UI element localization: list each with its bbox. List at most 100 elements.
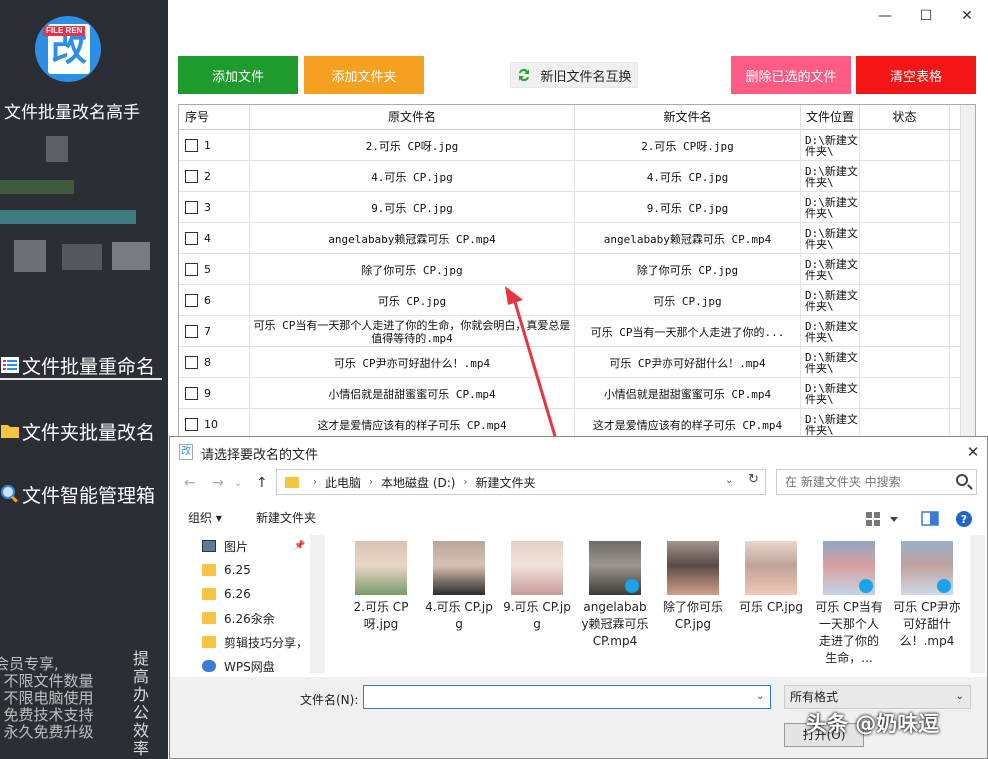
breadcrumb-drive[interactable]: 本地磁盘 (D:): [381, 474, 455, 491]
col-header-status[interactable]: 状态: [860, 105, 950, 130]
row-checkbox[interactable]: [185, 418, 198, 431]
row-checkbox[interactable]: [185, 325, 198, 338]
video-thumbnail: [589, 541, 641, 595]
file-item[interactable]: 除了你可乐 CP.jpg: [658, 541, 728, 633]
table-row[interactable]: 7 可乐 CP当有一天那个人走进了你的生命，你就会明白，真爱总是值得等待的.mp4…: [179, 316, 975, 347]
table-row[interactable]: 8 可乐 CP尹亦可好甜什么！.mp4 可乐 CP尹亦可好甜什么！.mp4 D:\新建…: [179, 347, 975, 378]
cell-text: 可乐 CP尹亦可好甜什么！.mp4: [609, 356, 766, 370]
search-input[interactable]: [785, 475, 945, 489]
file-item[interactable]: 可乐 CP尹亦可好甜什么！.mp4: [892, 541, 962, 650]
file-item[interactable]: 可乐 CP当有一天那个人走进了你的生命，...: [814, 541, 884, 667]
sidebar-item-folder-rename[interactable]: 文件夹批量改名: [0, 416, 155, 446]
cell-idx: 8: [179, 347, 250, 378]
chevron-down-icon[interactable]: [890, 517, 898, 522]
row-checkbox[interactable]: [185, 387, 198, 400]
add-file-button[interactable]: 添加文件: [178, 56, 298, 94]
add-folder-button[interactable]: 添加文件夹: [304, 56, 424, 94]
filename-input[interactable]: [363, 685, 771, 709]
tree-item[interactable]: 图片 📌: [202, 535, 305, 557]
dialog-close-button[interactable]: ✕: [963, 442, 983, 462]
table-row[interactable]: 9 小情侣就是甜甜蜜蜜可乐 CP.mp4 小情侣就是甜甜蜜蜜可乐 CP.mp4 D:\…: [179, 378, 975, 409]
cell-text: 可乐 CP尹亦可好甜什么！.mp4: [333, 356, 491, 370]
tree-item[interactable]: 6.26汆余: [202, 607, 275, 629]
row-checkbox[interactable]: [185, 356, 198, 369]
tree-item[interactable]: 剪辑技巧分享，: [202, 631, 308, 653]
table-row[interactable]: 1 2.可乐 CP呀.jpg 2.可乐 CP呀.jpg D:\新建文件夹\: [179, 130, 975, 161]
tree-item[interactable]: WPS网盘: [202, 655, 275, 677]
table-row[interactable]: 3 9.可乐 CP.jpg 9.可乐 CP.jpg D:\新建文件夹\: [179, 192, 975, 223]
logo-tag: FILE REN: [43, 26, 86, 36]
address-dropdown-icon[interactable]: ⌄: [725, 475, 733, 486]
filetype-select[interactable]: 所有格式 ⌄: [784, 685, 971, 709]
cell-loc: D:\新建文件夹\: [801, 347, 860, 378]
folder-icon: [285, 476, 299, 488]
row-checkbox[interactable]: [185, 170, 198, 183]
magnifier-icon: [1, 485, 18, 503]
refresh-icon[interactable]: ↻: [748, 472, 759, 487]
close-button[interactable]: ✕: [956, 6, 978, 26]
search-box[interactable]: [776, 469, 977, 495]
new-folder-button[interactable]: 新建文件夹: [256, 509, 316, 526]
recent-dropdown-icon[interactable]: ⌄: [234, 478, 242, 489]
member-line: 会员专享,: [0, 655, 59, 673]
video-play-icon: [625, 579, 639, 593]
file-item[interactable]: 2.可乐 CP呀.jpg: [346, 541, 416, 633]
table-scrollbar[interactable]: [960, 105, 975, 439]
cell-new: 除了你可乐 CP.jpg: [575, 254, 801, 285]
col-header-new[interactable]: 新文件名: [575, 105, 801, 130]
file-item[interactable]: angelababy赖冠霖可乐 CP.mp4: [580, 541, 650, 650]
cell-orig: 可乐 CP.jpg: [250, 285, 575, 316]
minimize-button[interactable]: —: [874, 6, 896, 26]
maximize-button[interactable]: ☐: [915, 6, 937, 26]
pictures-icon: [202, 540, 216, 552]
forward-arrow-icon[interactable]: →: [212, 475, 224, 491]
breadcrumb-folder[interactable]: 新建文件夹: [475, 474, 535, 491]
help-icon[interactable]: ?: [956, 511, 972, 527]
blurred-block: [0, 210, 136, 224]
folder-icon: [202, 588, 216, 600]
tree-item[interactable]: 6.25: [202, 559, 251, 581]
organize-menu[interactable]: 组织 ▾: [188, 509, 222, 526]
col-header-original[interactable]: 原文件名: [250, 105, 575, 130]
delete-selected-button[interactable]: 删除已选的文件: [731, 56, 851, 94]
file-name: 可乐 CP尹亦可好甜什么！.mp4: [893, 600, 961, 648]
tree-scrollbar[interactable]: [310, 535, 325, 673]
tree-item-label: 剪辑技巧分享，: [224, 635, 309, 650]
col-header-location[interactable]: 文件位置: [801, 105, 860, 130]
table-row[interactable]: 5 除了你可乐 CP.jpg 除了你可乐 CP.jpg D:\新建文件夹\: [179, 254, 975, 285]
file-item[interactable]: 4.可乐 CP.jpg: [424, 541, 494, 633]
col-header-index[interactable]: 序号: [179, 105, 250, 130]
table-row[interactable]: 4 angelababy赖冠霖可乐 CP.mp4 angelababy赖冠霖可乐 C…: [179, 223, 975, 254]
clear-table-button[interactable]: 清空表格: [856, 56, 976, 94]
row-checkbox[interactable]: [185, 294, 198, 307]
view-options: ?: [866, 511, 972, 527]
file-name: angelababy赖冠霖可乐 CP.mp4: [581, 600, 649, 648]
files-scrollbar[interactable]: [970, 535, 985, 673]
pin-icon[interactable]: 📌: [294, 541, 305, 551]
member-line: · 不限文件数量: [0, 672, 94, 690]
image-thumbnail: [745, 541, 797, 595]
row-checkbox[interactable]: [185, 232, 198, 245]
table-row[interactable]: 6 可乐 CP.jpg 可乐 CP.jpg D:\新建文件夹\: [179, 285, 975, 316]
back-arrow-icon[interactable]: ←: [184, 475, 196, 491]
row-checkbox[interactable]: [185, 201, 198, 214]
view-mode-icon[interactable]: [866, 512, 880, 526]
table-row[interactable]: 2 4.可乐 CP.jpg 4.可乐 CP.jpg D:\新建文件夹\: [179, 161, 975, 192]
tree-item[interactable]: 6.26: [202, 583, 251, 605]
up-arrow-icon[interactable]: ↑: [256, 475, 268, 491]
row-checkbox[interactable]: [185, 263, 198, 276]
sidebar-item-file-manager[interactable]: 文件智能管理箱: [0, 479, 155, 509]
file-item[interactable]: 可乐 CP.jpg: [736, 541, 806, 616]
filename-dropdown-icon[interactable]: ⌄: [756, 691, 764, 702]
preview-pane-icon[interactable]: [921, 511, 939, 526]
address-bar[interactable]: › 此电脑 › 本地磁盘 (D:) › 新建文件夹: [276, 469, 766, 495]
blurred-block: [62, 244, 102, 270]
swap-names-button[interactable]: 新旧文件名互换: [510, 62, 638, 88]
file-item[interactable]: 9.可乐 CP.jpg: [502, 541, 572, 633]
sidebar-item-file-rename[interactable]: 文件批量重命名: [0, 350, 155, 380]
row-checkbox[interactable]: [185, 139, 198, 152]
breadcrumb-this-pc[interactable]: 此电脑: [325, 474, 361, 491]
member-benefits: 会员专享, · 不限文件数量 · 不限电脑使用 · 免费技术支持 · 永久免费升…: [0, 656, 94, 741]
video-thumbnail: [823, 541, 875, 595]
row-index: 10: [204, 418, 218, 431]
